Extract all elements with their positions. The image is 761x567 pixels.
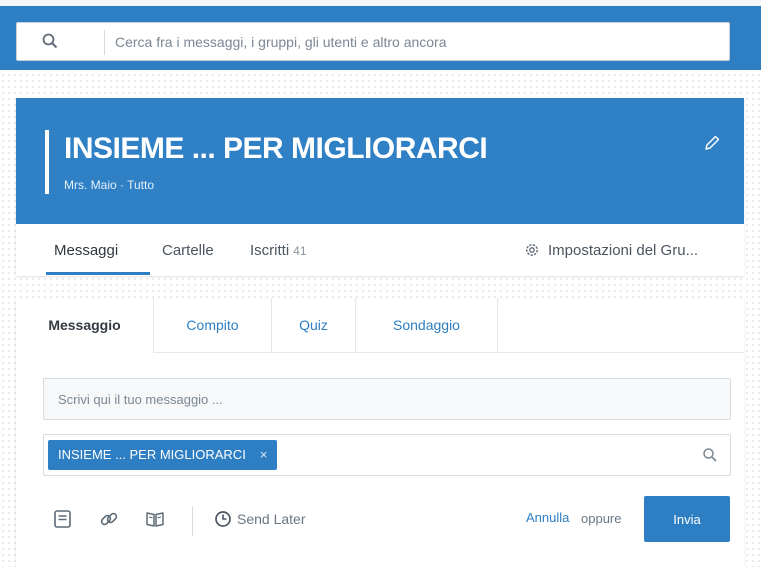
library-book-icon[interactable] [144, 508, 166, 530]
gear-icon [526, 244, 538, 256]
post-composer: Messaggio Compito Quiz Sondaggio INSIEME… [16, 298, 744, 567]
members-count: 41 [293, 244, 307, 258]
toolbar-divider [192, 506, 193, 536]
group-tabs: Messaggi Cartelle Iscritti 41 Impostazion… [16, 224, 744, 276]
tab-cartelle[interactable]: Cartelle [162, 242, 214, 259]
global-search[interactable] [16, 22, 730, 61]
group-card: INSIEME ... PER MIGLIORARCI Mrs. Maio · … [16, 98, 744, 276]
title-accent-bar [45, 130, 49, 194]
tab-messaggi[interactable]: Messaggi [54, 242, 118, 259]
search-divider [104, 30, 105, 55]
group-subtitle: Mrs. Maio · Tutto [64, 178, 155, 192]
attach-file-icon[interactable] [52, 508, 74, 530]
group-header: INSIEME ... PER MIGLIORARCI Mrs. Maio · … [16, 98, 744, 224]
or-text: oppure [581, 511, 622, 526]
search-icon[interactable] [702, 447, 718, 463]
top-strip [0, 0, 761, 6]
search-icon[interactable] [41, 32, 59, 50]
group-settings-label: Impostazioni del Gru... [548, 242, 699, 259]
tab-iscritti[interactable]: Iscritti 41 [250, 242, 307, 259]
top-bar [0, 0, 761, 70]
pencil-icon[interactable] [703, 134, 721, 152]
tab-messaggio[interactable]: Messaggio [16, 298, 154, 353]
tab-iscritti-label: Iscritti [250, 242, 290, 259]
group-settings-link[interactable]: Impostazioni del Gru... [524, 242, 698, 259]
remove-recipient-button[interactable]: × [260, 447, 268, 462]
group-title: INSIEME ... PER MIGLIORARCI [64, 132, 488, 165]
link-icon[interactable] [98, 508, 120, 530]
send-later-button[interactable]: Send Later [214, 510, 306, 528]
tab-cartelle-label: Cartelle [162, 242, 214, 259]
send-later-label: Send Later [237, 511, 306, 527]
recipients-field[interactable]: INSIEME ... PER MIGLIORARCI × [43, 434, 731, 476]
search-input[interactable] [115, 29, 715, 55]
tab-messaggi-label: Messaggi [54, 242, 119, 259]
composer-tabs: Messaggio Compito Quiz Sondaggio [16, 298, 744, 353]
clock-icon [215, 511, 231, 527]
cancel-link[interactable]: Annulla [526, 510, 569, 525]
tab-sondaggio[interactable]: Sondaggio [356, 298, 498, 352]
tab-compito[interactable]: Compito [154, 298, 272, 352]
tab-quiz[interactable]: Quiz [272, 298, 356, 352]
send-button[interactable]: Invia [644, 496, 730, 542]
message-input[interactable] [43, 378, 731, 420]
recipient-chip-label: INSIEME ... PER MIGLIORARCI [58, 447, 246, 462]
recipient-chip: INSIEME ... PER MIGLIORARCI × [48, 440, 278, 470]
active-tab-indicator [46, 272, 150, 275]
